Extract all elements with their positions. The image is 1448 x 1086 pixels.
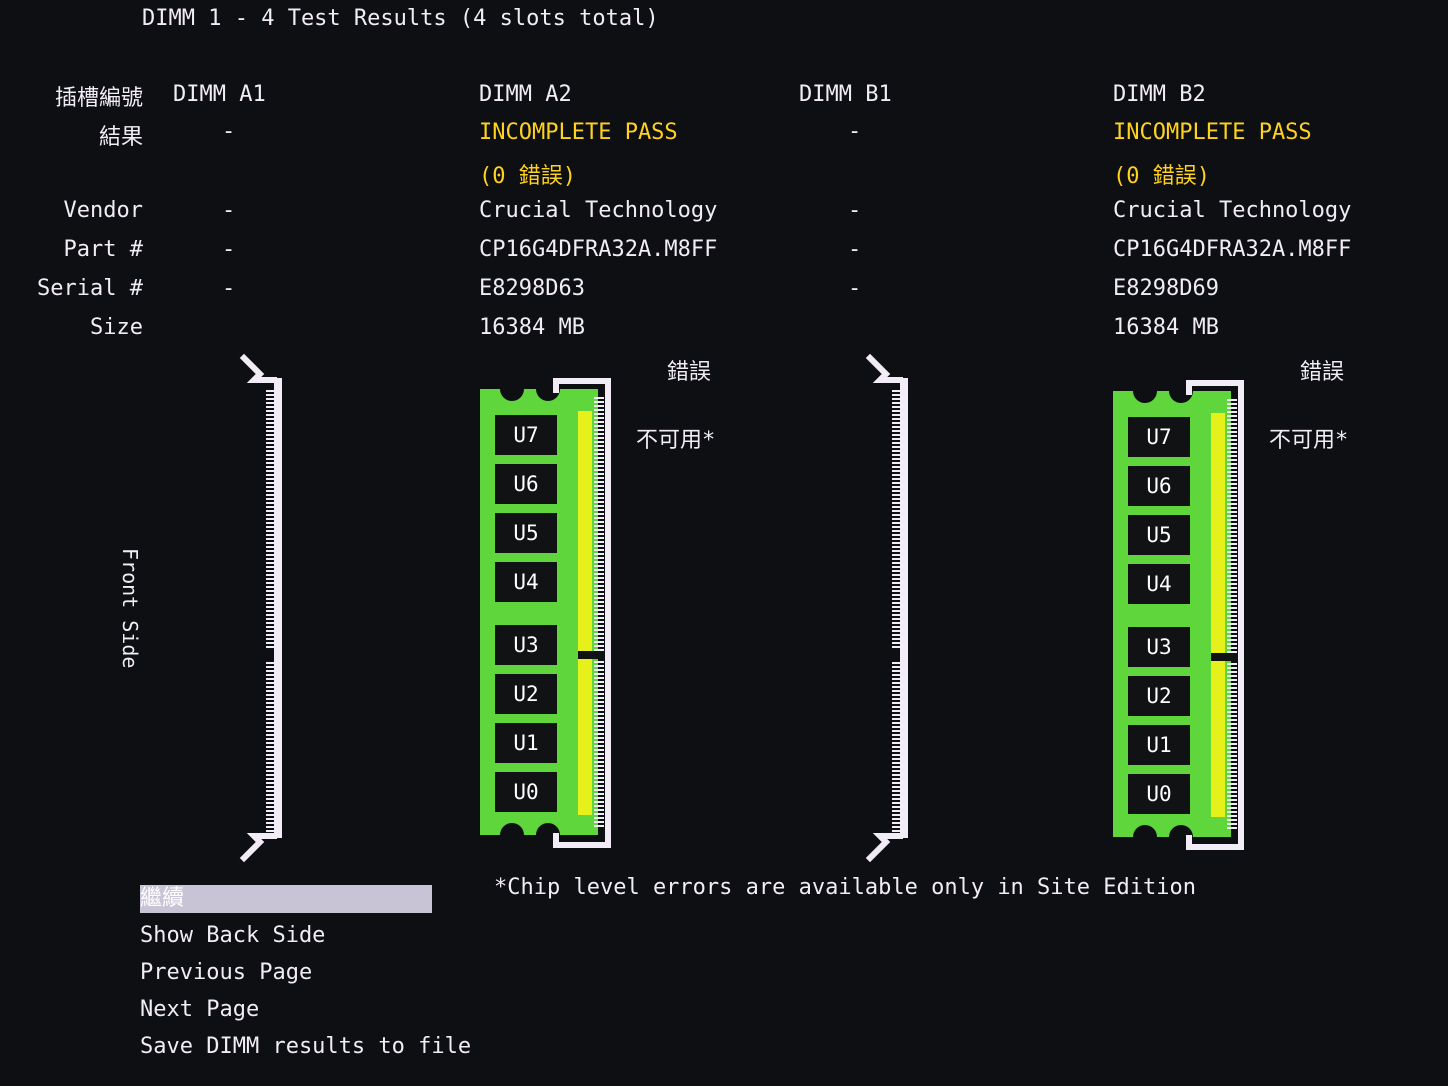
slot-b1-empty-icon bbox=[865, 353, 908, 863]
svg-text:U2: U2 bbox=[513, 682, 538, 706]
slot-a1-empty-icon bbox=[239, 353, 282, 863]
slot-b1-result: - bbox=[848, 119, 862, 144]
memory-chip-u7: U7 bbox=[495, 415, 557, 455]
memory-chip-u5: U5 bbox=[495, 513, 557, 553]
row-label-vendor: Vendor bbox=[63, 198, 143, 223]
slot-a2-vendor: Crucial Technology bbox=[479, 198, 718, 223]
slot-a2-name: DIMM A2 bbox=[479, 82, 572, 107]
svg-text:U1: U1 bbox=[1146, 733, 1171, 757]
slot-b1-vendor: - bbox=[848, 198, 862, 223]
slot-b2-module-icon: U7 U6 U5 U4 U3 U2 U1 U0 bbox=[1113, 380, 1244, 850]
svg-text:U0: U0 bbox=[1146, 782, 1171, 806]
svg-text:U5: U5 bbox=[513, 521, 538, 545]
slot-b2-part: CP16G4DFRA32A.M8FF bbox=[1113, 237, 1352, 262]
slot-b1-part: - bbox=[848, 237, 862, 262]
svg-text:U3: U3 bbox=[1146, 635, 1171, 659]
memory-chip-u0: U0 bbox=[495, 772, 557, 812]
slot-b2-size: 16384 MB bbox=[1113, 315, 1219, 340]
memory-chip-u7: U7 bbox=[1128, 417, 1190, 457]
row-label-serial: Serial # bbox=[37, 276, 143, 301]
slot-b2-serial: E8298D69 bbox=[1113, 276, 1219, 301]
memory-chip-u6: U6 bbox=[1128, 466, 1190, 506]
slot-b1-name: DIMM B1 bbox=[799, 82, 892, 107]
memory-chip-u2: U2 bbox=[495, 674, 557, 714]
memory-chip-u5: U5 bbox=[1128, 515, 1190, 555]
slot-a1-part: - bbox=[222, 237, 236, 262]
memory-chip-u3: U3 bbox=[495, 625, 557, 665]
svg-text:U0: U0 bbox=[513, 780, 538, 804]
svg-text:U6: U6 bbox=[513, 472, 538, 496]
memory-chip-u4: U4 bbox=[1128, 564, 1190, 604]
svg-text:U5: U5 bbox=[1146, 523, 1171, 547]
slot-a1-result: - bbox=[222, 119, 236, 144]
slot-b2-errors: (0 錯誤) bbox=[1113, 164, 1210, 189]
footnote: *Chip level errors are available only in… bbox=[494, 875, 1196, 900]
svg-text:U4: U4 bbox=[1146, 572, 1171, 596]
svg-text:U7: U7 bbox=[1146, 425, 1171, 449]
row-label-part: Part # bbox=[63, 237, 143, 262]
svg-text:U1: U1 bbox=[513, 731, 538, 755]
row-label-slot: 插槽編號 bbox=[54, 86, 143, 111]
svg-text:U4: U4 bbox=[513, 570, 538, 594]
memory-chip-u1: U1 bbox=[1128, 725, 1190, 765]
slot-a2-serial: E8298D63 bbox=[479, 276, 585, 301]
menu-show-back-side-button[interactable]: Show Back Side bbox=[140, 923, 325, 948]
memory-chip-u4: U4 bbox=[495, 562, 557, 602]
slot-a1-name: DIMM A1 bbox=[173, 82, 266, 107]
memory-chip-u3: U3 bbox=[1128, 627, 1190, 667]
slot-b2-error-header: 錯誤 bbox=[1300, 360, 1345, 385]
slot-b2-vendor: Crucial Technology bbox=[1113, 198, 1352, 223]
menu-continue-button[interactable]: 繼續 bbox=[140, 885, 432, 913]
memory-chip-u0: U0 bbox=[1128, 774, 1190, 814]
svg-text:U2: U2 bbox=[1146, 684, 1171, 708]
menu-next-page-button[interactable]: Next Page bbox=[140, 997, 259, 1022]
menu-previous-page-button[interactable]: Previous Page bbox=[140, 960, 312, 985]
svg-text:U6: U6 bbox=[1146, 474, 1171, 498]
slot-a1-serial: - bbox=[222, 276, 236, 301]
slot-a2-part: CP16G4DFRA32A.M8FF bbox=[479, 237, 718, 262]
slot-b2-name: DIMM B2 bbox=[1113, 82, 1206, 107]
memory-chip-u1: U1 bbox=[495, 723, 557, 763]
row-label-size: Size bbox=[90, 315, 143, 340]
page-title: DIMM 1 - 4 Test Results (4 slots total) bbox=[142, 6, 659, 31]
slot-a2-size: 16384 MB bbox=[479, 315, 585, 340]
svg-text:U7: U7 bbox=[513, 423, 538, 447]
menu-save-results-button[interactable]: Save DIMM results to file bbox=[140, 1034, 471, 1059]
memory-chip-u2: U2 bbox=[1128, 676, 1190, 716]
slot-b2-error-value: 不可用* bbox=[1269, 428, 1349, 453]
row-label-result: 結果 bbox=[98, 125, 143, 150]
slot-a1-vendor: - bbox=[222, 198, 236, 223]
slot-b2-result: INCOMPLETE PASS bbox=[1113, 120, 1312, 145]
slot-b1-serial: - bbox=[848, 276, 862, 301]
slot-a2-error-header: 錯誤 bbox=[667, 360, 712, 385]
slot-a2-error-value: 不可用* bbox=[636, 428, 716, 453]
front-side-label: Front Side bbox=[118, 548, 142, 669]
memory-chip-u6: U6 bbox=[495, 464, 557, 504]
slot-a2-result: INCOMPLETE PASS bbox=[479, 120, 678, 145]
slot-a2-errors: (0 錯誤) bbox=[479, 164, 576, 189]
slot-a2-module-icon: U7 U6 U5 U4 U3 U2 U1 U0 bbox=[480, 378, 611, 848]
svg-text:U3: U3 bbox=[513, 633, 538, 657]
